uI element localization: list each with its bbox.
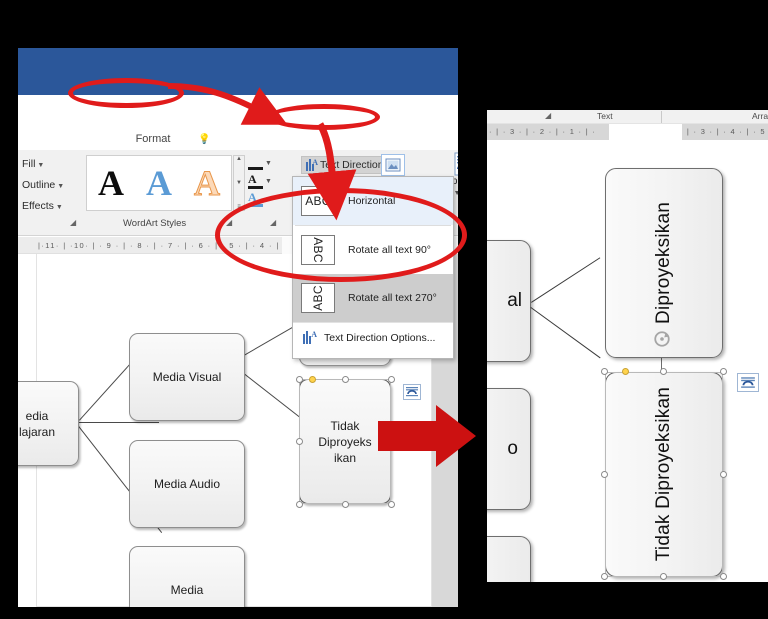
node-audio-partial[interactable]: o <box>487 388 531 510</box>
chevron-down-icon[interactable]: ▼ <box>265 178 272 185</box>
handle-bottom-center-after[interactable] <box>660 573 667 580</box>
shape-fill-button[interactable]: Fill ▼ <box>22 154 78 175</box>
handle-top-left-after[interactable] <box>601 368 608 375</box>
node-media-audio[interactable]: Media Audio <box>129 440 245 528</box>
node-media-visual[interactable]: Media Visual <box>129 333 245 421</box>
annotation-transition-arrow <box>378 405 476 467</box>
tab-view[interactable]: Vie <box>70 129 100 150</box>
annotation-ellipse-rotate-options <box>215 188 467 282</box>
menu-item-rotate-270-label: Rotate all text 270° <box>348 292 437 304</box>
chevron-down-icon: ▼ <box>55 204 63 211</box>
tab-review[interactable]: view <box>18 129 58 150</box>
ruler-active-region-after <box>609 124 682 140</box>
handle-top-left[interactable] <box>296 376 303 383</box>
insert-picture-button[interactable] <box>381 154 405 176</box>
connector-to-diproyeksikan <box>531 257 601 303</box>
node-audio-partial-label: o <box>507 438 518 459</box>
layout-options-icon <box>741 376 755 388</box>
node-bottom-partial[interactable] <box>487 536 531 582</box>
shape-outline-button[interactable]: Outline ▼ <box>22 175 78 196</box>
wordart-preview-1[interactable]: A <box>98 165 124 201</box>
abc-rotate-270-icon: ABC <box>301 283 335 313</box>
node-media-3[interactable]: Media <box>129 546 245 607</box>
node-visual-partial-label: al <box>507 290 522 311</box>
wordart-preview-2[interactable]: A <box>146 165 172 201</box>
handle-bottom-right[interactable] <box>388 501 395 508</box>
node-media-3-label: Media <box>170 583 204 597</box>
connector-to-tidak <box>530 307 601 359</box>
lightbulb-icon: 💡 <box>198 134 211 145</box>
handle-bottom-center[interactable] <box>342 501 349 508</box>
layout-options-button[interactable] <box>403 384 421 400</box>
text-outline-button[interactable]: A ▼ <box>248 172 292 190</box>
wordart-gallery-scroll[interactable]: ▲ ▼ ≡ <box>233 155 245 211</box>
node-diproyeksikan-rotated-label: Diproyeksikan <box>653 202 674 324</box>
word-window-after: ◢ Text Arra · | · 3 · | · 2 · | · 1 · | … <box>487 110 768 582</box>
layout-options-icon <box>406 387 418 397</box>
node-media-audio-label: Media Audio <box>153 477 221 491</box>
word-window-before: Drawing Tools view Vie Format 💡 Tell me w… <box>18 48 458 607</box>
ribbon-tab-row: view Vie Format 💡 Tell me what you want t… <box>18 129 458 150</box>
text-group-dialog-launcher[interactable]: ◢ <box>545 111 551 120</box>
menu-item-text-direction-options[interactable]: A Text Direction Options... <box>293 322 453 352</box>
document-canvas-after[interactable]: al o Diproyeksikan Tidak Diproyeksikan <box>487 140 768 582</box>
chevron-down-icon[interactable]: ▼ <box>454 190 458 197</box>
handle-middle-left[interactable] <box>296 438 303 445</box>
group-label-text: Text <box>597 111 613 121</box>
group-separator <box>661 111 662 123</box>
handle-adjust-after[interactable] <box>622 368 629 375</box>
picture-icon <box>385 158 401 172</box>
handle-top-right[interactable] <box>388 376 395 383</box>
handle-adjust[interactable] <box>309 376 316 383</box>
handle-top-right-after[interactable] <box>720 368 727 375</box>
handle-bottom-left-after[interactable] <box>601 573 608 580</box>
handle-bottom-left[interactable] <box>296 501 303 508</box>
node-media-visual-label: Media Visual <box>152 370 222 384</box>
scroll-down-icon[interactable]: ▼ <box>236 180 242 186</box>
layout-options-button-after[interactable] <box>737 373 759 392</box>
text-outline-icon: A <box>248 173 263 189</box>
text-fill-button[interactable]: ▼ <box>248 154 292 172</box>
wrap-text-icon <box>452 152 458 176</box>
wordart-styles-group-label: WordArt Styles <box>123 218 187 229</box>
tell-me-label: Tell me what you want to do <box>213 133 344 145</box>
contextual-tab-drawing-tools: Drawing Tools <box>120 109 186 121</box>
tab-format[interactable]: Format <box>114 129 192 150</box>
annotation-ellipse-text-direction <box>268 104 380 130</box>
node-visual-partial[interactable]: al <box>487 240 531 362</box>
rotation-handle-after[interactable] <box>653 330 670 347</box>
handle-top-center[interactable] <box>342 376 349 383</box>
text-direction-options-icon: A <box>303 330 317 344</box>
menu-options-label: Text Direction Options... <box>324 331 436 344</box>
screenshot-root: Drawing Tools view Vie Format 💡 Tell me w… <box>0 0 768 619</box>
chevron-down-icon[interactable]: ▼ <box>265 160 272 167</box>
group-label-arrange: Arra <box>752 111 768 121</box>
node-root-label: edia lajaran <box>18 408 56 439</box>
connector-root-audio <box>79 422 159 423</box>
handle-bottom-right-after[interactable] <box>720 573 727 580</box>
ribbon-group-labels-strip: ◢ Text Arra <box>487 110 768 124</box>
text-direction-label: Text Direction <box>320 159 384 171</box>
shape-effects-button[interactable]: Effects ▼ <box>22 196 78 217</box>
ruler-left-segment: · | · 3 · | · 2 · | · 1 · | · <box>489 127 597 136</box>
selection-box-after <box>605 372 723 577</box>
wordart-styles-gallery[interactable]: A A A <box>86 155 232 211</box>
shape-styles-dialog-launcher[interactable]: ◢ <box>70 218 76 227</box>
handle-middle-left-after[interactable] <box>601 471 608 478</box>
scroll-up-icon[interactable]: ▲ <box>236 156 242 162</box>
shape-styles-group: Fill ▼ Outline ▼ Effects ▼ <box>22 154 78 217</box>
tell-me-box[interactable]: 💡 Tell me what you want to do <box>198 129 343 150</box>
text-fill-icon <box>248 156 263 170</box>
handle-top-center-after[interactable] <box>660 368 667 375</box>
chevron-down-icon: ▼ <box>37 162 45 169</box>
annotation-ellipse-format-tab <box>68 78 184 108</box>
connector-visual-tidak <box>234 366 308 424</box>
node-root[interactable]: edia lajaran <box>18 381 79 466</box>
handle-middle-right-after[interactable] <box>720 471 727 478</box>
chevron-down-icon: ▼ <box>57 183 65 190</box>
wordart-preview-3[interactable]: A <box>194 165 221 202</box>
text-direction-icon: A <box>306 158 318 171</box>
